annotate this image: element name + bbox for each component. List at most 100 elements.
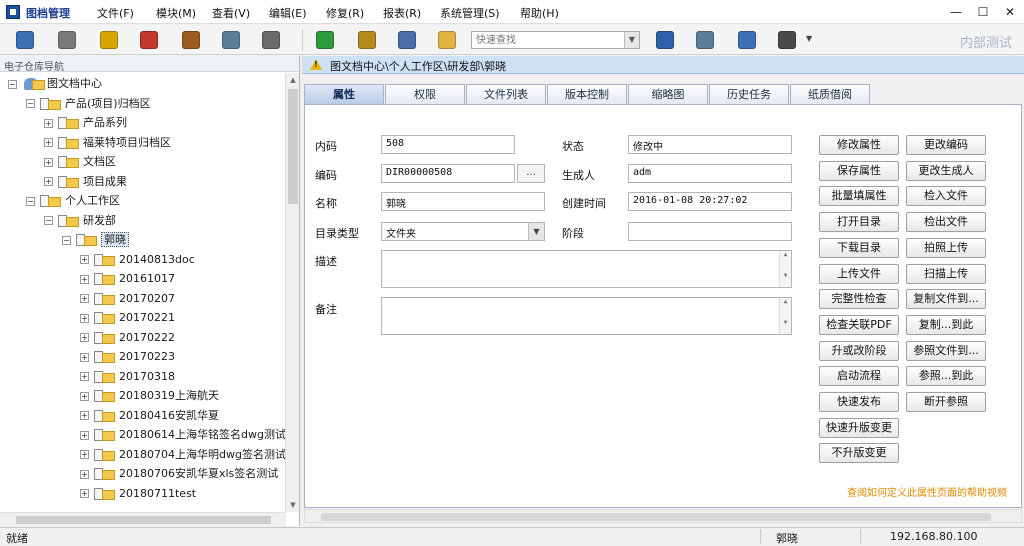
close-button[interactable]: ✕	[997, 2, 1023, 22]
action-button[interactable]: 完整性检查	[819, 289, 899, 310]
action-button[interactable]: 复制...到此	[906, 314, 986, 335]
tab-history-tasks[interactable]: 历史任务	[709, 84, 789, 104]
action-button[interactable]: 打开目录	[819, 212, 899, 233]
action-button[interactable]: 下载目录	[819, 237, 899, 258]
search-input[interactable]	[472, 32, 622, 48]
type-dropdown-icon[interactable]: ▼	[528, 223, 544, 240]
expand-icon[interactable]: +	[44, 138, 53, 147]
action-button[interactable]: 检入文件	[906, 186, 986, 207]
menu-system[interactable]: 系统管理(S)	[440, 5, 500, 21]
tree-node[interactable]: +20180711test	[80, 485, 196, 503]
menu-view[interactable]: 查看(V)	[212, 5, 250, 21]
fill-icon[interactable]	[140, 31, 158, 49]
collapse-icon[interactable]: −	[26, 196, 35, 206]
tree-node[interactable]: +20180416安凯华夏	[80, 407, 219, 425]
action-button[interactable]: 拍照上传	[906, 237, 986, 258]
type-select[interactable]: 文件夹 ▼	[381, 222, 545, 241]
tree-node[interactable]: + 文档区	[44, 153, 116, 171]
expand-icon[interactable]: +	[80, 352, 89, 362]
arrows-dropdown-icon[interactable]: ▼	[806, 34, 812, 43]
action-button[interactable]: 升或改阶段	[819, 340, 899, 361]
menu-help[interactable]: 帮助(H)	[520, 5, 559, 21]
tree-node[interactable]: +20180704上海华明dwg签名测试	[80, 446, 286, 464]
tree-node[interactable]: − 产品(项目)归档区	[26, 95, 151, 113]
tree-horizontal-scrollbar[interactable]	[0, 512, 286, 526]
note-textarea[interactable]: ▲ ▼	[381, 297, 792, 335]
stage-field[interactable]	[628, 222, 792, 241]
tree-node[interactable]: +20180706安凯华夏xls签名测试	[80, 465, 278, 483]
tree-node[interactable]: +20170221	[80, 309, 175, 327]
action-button[interactable]: 更改编码	[906, 135, 986, 155]
expand-icon[interactable]: +	[80, 333, 89, 342]
action-button[interactable]: 不升版变更	[819, 443, 899, 464]
expand-icon[interactable]: +	[80, 274, 89, 284]
menu-module[interactable]: 模块(M)	[156, 5, 196, 21]
tab-permissions[interactable]: 权限	[385, 84, 465, 104]
print-icon[interactable]	[358, 31, 376, 49]
expand-icon[interactable]: +	[80, 255, 89, 264]
expand-icon[interactable]: +	[80, 313, 89, 323]
eye-icon[interactable]	[100, 31, 118, 49]
tree-node[interactable]: +20170222	[80, 329, 175, 347]
hierarchy-icon[interactable]	[656, 31, 674, 49]
tree-node[interactable]: +20170318	[80, 368, 175, 386]
desc-scrollbar[interactable]: ▲ ▼	[779, 251, 791, 287]
action-button[interactable]: 参照...到此	[906, 366, 986, 387]
note-scrollbar[interactable]: ▲ ▼	[779, 298, 791, 334]
tree-node[interactable]: − 图文档中心	[8, 75, 102, 93]
collapse-icon[interactable]: −	[26, 99, 35, 108]
tree-node[interactable]: +20170223	[80, 348, 175, 366]
tab-paper-borrow[interactable]: 纸质借阅	[790, 84, 870, 104]
action-button[interactable]: 扫描上传	[906, 263, 986, 284]
action-button[interactable]: 更改生成人	[906, 160, 986, 181]
action-button[interactable]: 复制文件到...	[906, 289, 986, 310]
tree-node[interactable]: +20180614上海华铭签名dwg测试	[80, 426, 286, 444]
doc-icon[interactable]	[222, 31, 240, 49]
tab-version-control[interactable]: 版本控制	[547, 84, 627, 104]
expand-icon[interactable]: +	[80, 430, 89, 440]
action-button[interactable]: 断开参照	[906, 392, 986, 412]
biama-field[interactable]: DIR00000508	[381, 164, 515, 183]
tree-node[interactable]: + 产品系列	[44, 114, 127, 132]
expand-icon[interactable]: +	[44, 118, 53, 128]
help-video-link[interactable]: 查阅如何定义此属性页面的帮助视频	[847, 484, 1007, 499]
collapse-icon[interactable]: −	[44, 216, 53, 225]
expand-icon[interactable]: +	[44, 177, 53, 186]
menu-report[interactable]: 报表(R)	[383, 5, 421, 21]
refresh-icon[interactable]	[316, 31, 334, 49]
action-button[interactable]: 快速发布	[819, 392, 899, 412]
tree-node[interactable]: − 研发部	[44, 212, 116, 230]
biama-browse-button[interactable]: ...	[517, 164, 545, 183]
content-horizontal-scrollbar[interactable]	[304, 509, 1022, 523]
name-field[interactable]: 郭晓	[381, 192, 545, 211]
expand-icon[interactable]: +	[80, 469, 89, 479]
maximize-button[interactable]: ☐	[970, 2, 996, 22]
action-button[interactable]: 修改属性	[819, 135, 899, 155]
action-button[interactable]: 检出文件	[906, 212, 986, 233]
created-field[interactable]: 2016-01-08 20:27:02	[628, 192, 792, 211]
tab-properties[interactable]: 属性	[304, 84, 384, 104]
network-icon[interactable]	[738, 31, 756, 49]
expand-icon[interactable]: +	[80, 372, 89, 381]
minimize-button[interactable]: —	[943, 2, 969, 22]
collapse-icon[interactable]: −	[62, 235, 71, 245]
expand-icon[interactable]: +	[80, 450, 89, 459]
status-field[interactable]: 修改中	[628, 135, 792, 154]
action-button[interactable]: 启动流程	[819, 366, 899, 387]
tree-node[interactable]: +20161017	[80, 270, 175, 288]
menu-edit[interactable]: 编辑(E)	[269, 5, 307, 21]
settings-icon[interactable]	[262, 31, 280, 49]
action-button[interactable]: 上传文件	[819, 263, 899, 284]
creator-field[interactable]: adm	[628, 164, 792, 183]
tree-node[interactable]: +20180319上海航天	[80, 387, 219, 405]
action-button[interactable]: 参照文件到...	[906, 340, 986, 361]
tree-node[interactable]: + 福莱特项目归档区	[44, 134, 171, 152]
action-button[interactable]: 保存属性	[819, 160, 899, 181]
arrows-icon[interactable]	[778, 31, 796, 49]
collapse-icon[interactable]: −	[8, 79, 17, 89]
expand-icon[interactable]: +	[80, 294, 89, 303]
action-button[interactable]: 快速升版变更	[819, 417, 899, 438]
expand-icon[interactable]: +	[80, 391, 89, 401]
tab-file-list[interactable]: 文件列表	[466, 84, 546, 104]
desc-textarea[interactable]: ▲ ▼	[381, 250, 792, 288]
